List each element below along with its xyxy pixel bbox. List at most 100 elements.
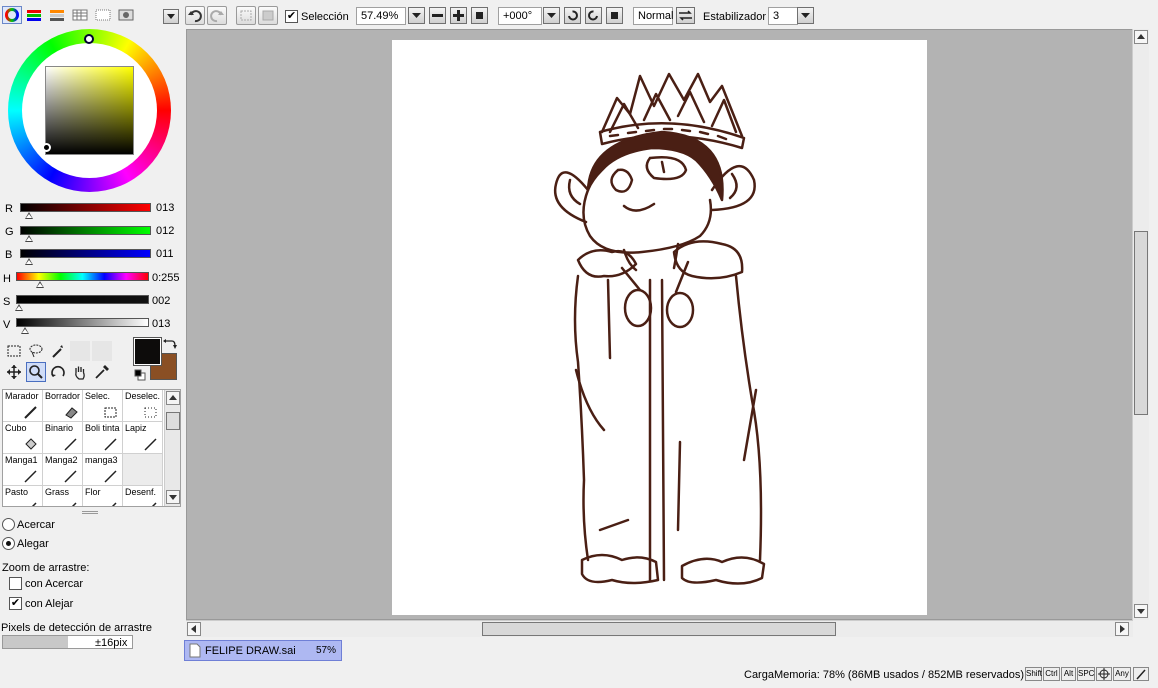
slider-b[interactable] [20, 249, 151, 258]
document-tab[interactable]: FELIPE DRAW.sai 57% [184, 640, 342, 661]
brush-lapiz[interactable]: Lapiz [123, 422, 163, 454]
magic-wand-tool[interactable] [48, 341, 68, 361]
rotation-field[interactable]: +000° [498, 7, 542, 25]
invert-selection-button[interactable] [258, 6, 278, 25]
slider-s-handle[interactable] [15, 304, 23, 311]
chevron-down-icon [167, 14, 175, 19]
move-tool[interactable] [4, 362, 24, 382]
slider-s[interactable] [16, 295, 149, 304]
zoom-in-button[interactable] [450, 7, 467, 24]
scroll-right-button[interactable] [1115, 622, 1129, 636]
brush-manga2[interactable]: Manga2 [43, 454, 83, 486]
brush-scrollbar[interactable] [164, 390, 180, 506]
brush-binario[interactable]: Binario [43, 422, 83, 454]
slider-h-value: 0:255 [152, 272, 180, 284]
slider-h[interactable] [16, 272, 149, 281]
brush-boli-tinta[interactable]: Boli tinta [83, 422, 123, 454]
zoom-tool[interactable] [26, 362, 46, 382]
rect-select-tool[interactable] [4, 341, 24, 361]
lasso-tool[interactable] [26, 341, 46, 361]
rotation-reset-button[interactable] [606, 7, 623, 24]
panel-menu-button[interactable] [163, 9, 179, 24]
brush-deselec[interactable]: Deselec. [123, 390, 163, 422]
panel-splitter-grip[interactable] [82, 511, 98, 514]
scroll-down-button[interactable] [1134, 604, 1148, 618]
brush-label: Selec. [85, 391, 111, 401]
hand-tool[interactable] [70, 362, 90, 382]
sv-marker[interactable] [42, 143, 51, 152]
brush-selec[interactable]: Selec. [83, 390, 123, 422]
rotate-tool[interactable] [48, 362, 68, 382]
primary-color-swatch[interactable] [133, 337, 162, 366]
brush-manga3[interactable]: manga3 [83, 454, 123, 486]
deselect-button[interactable] [236, 6, 256, 25]
slider-r-handle[interactable] [25, 212, 33, 219]
pen-icon [104, 470, 117, 483]
slider-g-handle[interactable] [25, 235, 33, 242]
zoom-out-button[interactable] [429, 7, 446, 24]
selection-checkbox[interactable]: ✔ [285, 10, 298, 23]
zoom-in-radio[interactable] [2, 518, 15, 531]
drag-pixels-slider[interactable]: ±16pix [2, 635, 133, 649]
slider-v[interactable] [16, 318, 149, 327]
vertical-scrollbar[interactable] [1132, 29, 1149, 620]
saturation-value-square[interactable] [45, 66, 134, 155]
slider-v-handle[interactable] [21, 327, 29, 334]
zoom-out-radio[interactable] [2, 537, 15, 550]
magic-wand-icon [52, 345, 63, 358]
scroll-down-button[interactable] [166, 490, 180, 504]
brush-grass[interactable]: Grass [43, 486, 83, 506]
rotate-left-button[interactable] [564, 7, 581, 24]
zoom-reset-button[interactable] [471, 7, 488, 24]
rotate-right-button[interactable] [585, 7, 602, 24]
eyedropper-tool[interactable] [92, 362, 112, 382]
drawing-canvas[interactable] [392, 40, 927, 615]
slider-g[interactable] [20, 226, 151, 235]
slider-r-value: 013 [156, 202, 175, 214]
slider-r-label: R [5, 203, 13, 215]
plus-icon [453, 10, 464, 21]
slider-g-value: 012 [156, 225, 175, 237]
zoom-field[interactable]: 57.49% [356, 7, 406, 25]
scroll-thumb[interactable] [166, 412, 180, 430]
brush-flor[interactable]: Flor [83, 486, 123, 506]
horizontal-scrollbar[interactable] [186, 620, 1133, 637]
brush-marcador[interactable]: Marador [3, 390, 43, 422]
flip-horizontal-button[interactable] [676, 7, 695, 24]
with-zoom-out-checkbox[interactable]: ✔ [9, 597, 22, 610]
rotation-dropdown-button[interactable] [543, 7, 560, 24]
stabilizer-dropdown-button[interactable] [797, 7, 814, 24]
scroll-up-button[interactable] [166, 391, 180, 405]
brush-empty[interactable] [123, 454, 163, 486]
stabilizer-label: Estabilizador [703, 11, 766, 23]
swatches-icon[interactable] [71, 7, 89, 23]
hsv-sliders-icon[interactable] [48, 7, 66, 23]
brush-cubo[interactable]: Cubo [3, 422, 43, 454]
with-zoom-in-checkbox[interactable] [9, 577, 22, 590]
reset-colors-icon[interactable] [134, 369, 146, 381]
scroll-left-button[interactable] [187, 622, 201, 636]
minus-icon [432, 14, 443, 17]
slider-b-handle[interactable] [25, 258, 33, 265]
redo-button[interactable] [207, 6, 227, 25]
slider-h-handle[interactable] [36, 281, 44, 288]
slider-r[interactable] [20, 203, 151, 212]
brush-borrador[interactable]: Borrador [43, 390, 83, 422]
blend-mode-field[interactable]: Normal [633, 7, 673, 25]
swap-colors-icon[interactable] [163, 338, 177, 350]
color-wheel-icon[interactable] [2, 6, 22, 24]
palette-icon[interactable] [117, 7, 135, 23]
scroll-up-button[interactable] [1134, 30, 1148, 44]
hue-marker[interactable] [84, 34, 94, 44]
zoom-dropdown-button[interactable] [408, 7, 425, 24]
pen-icon [151, 502, 157, 506]
brush-pasto[interactable]: Pasto [3, 486, 43, 506]
scroll-thumb[interactable] [482, 622, 836, 636]
rgb-sliders-icon[interactable] [25, 7, 43, 23]
brush-manga1[interactable]: Manga1 [3, 454, 43, 486]
stabilizer-field[interactable]: 3 [768, 7, 798, 25]
scratchpad-icon[interactable] [94, 7, 112, 23]
brush-desenf[interactable]: Desenf. [123, 486, 163, 506]
undo-button[interactable] [185, 6, 205, 25]
scroll-thumb[interactable] [1134, 231, 1148, 415]
